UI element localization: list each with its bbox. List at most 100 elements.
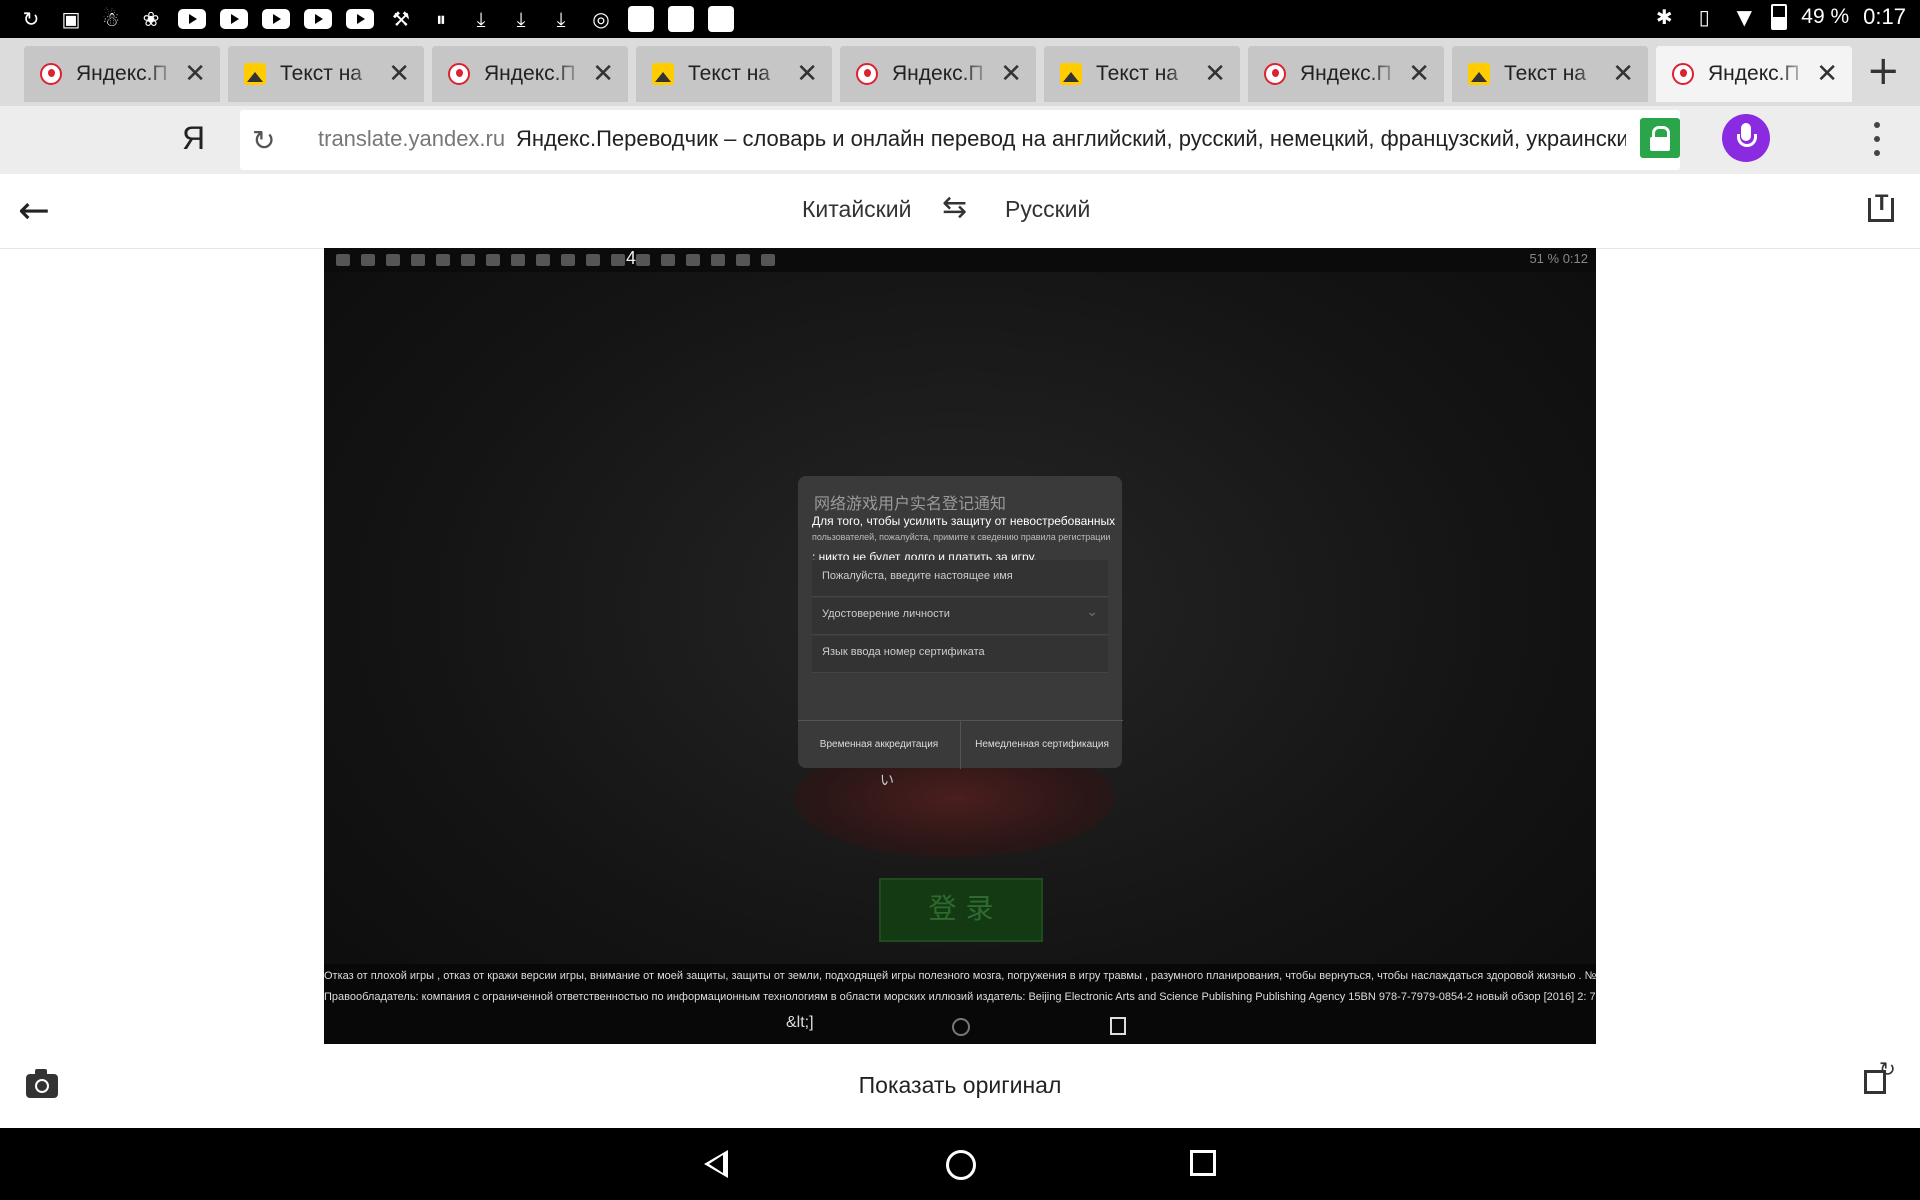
game-login-button: 登 录	[879, 878, 1043, 942]
image-icon: ▣	[61, 7, 81, 31]
dialog-title: 网络游戏用户实名登记通知	[814, 494, 1007, 513]
yandex-favicon-icon	[448, 63, 470, 85]
lock-icon[interactable]	[1640, 118, 1680, 158]
close-icon[interactable]: ✕	[1816, 59, 1838, 89]
game-icon: ☃	[102, 7, 120, 31]
cert-number-field: Язык ввода номер сертификата	[812, 636, 1108, 673]
download-icon: ⤓	[476, 7, 486, 31]
youtube-icon	[220, 9, 248, 29]
close-icon[interactable]: ✕	[388, 59, 410, 89]
tab-title: Яндекс.П	[1300, 62, 1392, 85]
system-indicators: ✱ ▯ ▼ 49 % 0:17	[1651, 4, 1906, 30]
yandex-favicon-icon	[856, 63, 878, 85]
youtube-icon	[178, 9, 206, 29]
cursor-text: い	[880, 772, 894, 788]
close-icon[interactable]: ✕	[1612, 59, 1634, 89]
chevron-down-icon: ⌄	[1086, 604, 1098, 620]
tab-strip: Яндекс.П ✕ Текст на ✕ Яндекс.П ✕ Текст н…	[0, 38, 1920, 106]
broom-icon: ⚒	[392, 7, 410, 31]
doc-type-field: Удостоверение личности ⌄	[812, 598, 1108, 635]
temporary-accreditation-button: Временная аккредитация	[798, 720, 960, 769]
disclaimer-line: Правообладатель: компания с ограниченной…	[324, 991, 1596, 1003]
microphone-icon[interactable]	[1722, 114, 1770, 162]
url-domain[interactable]: translate.yandex.ru	[318, 126, 505, 152]
target-language[interactable]: Русский	[1005, 196, 1090, 223]
tab-title: Текст на	[688, 62, 770, 85]
name-field: Пожалуйста, введите настоящее имя	[812, 560, 1108, 597]
status-bar: ↻ ▣ ☃ ❀ ⚒ ⏸ ⤓ ⤓ ⤓ ◎ ✱ ▯ ▼ 49 % 0:17	[0, 0, 1920, 38]
youtube-icon	[262, 9, 290, 29]
yandex-favicon-icon	[1672, 63, 1694, 85]
youtube-icon	[304, 9, 332, 29]
menu-icon[interactable]	[1874, 122, 1880, 156]
inner-nav-bar: &lt;]	[324, 1014, 1596, 1038]
browser-tab[interactable]: Текст на ✕	[1452, 46, 1648, 102]
cert-number-text: Язык ввода номер сертификата	[822, 646, 985, 658]
close-icon[interactable]: ✕	[1000, 59, 1022, 89]
nav-back-icon[interactable]	[704, 1150, 728, 1178]
pause-icon: ⏸	[436, 7, 446, 31]
image-favicon-icon	[244, 63, 266, 85]
show-original-button[interactable]: Показать оригинал	[0, 1072, 1920, 1099]
swap-languages-icon[interactable]: ⇆	[942, 190, 967, 225]
tab-title: Текст на	[1504, 62, 1586, 85]
image-favicon-icon	[1468, 63, 1490, 85]
tab-title: Текст на	[1096, 62, 1178, 85]
nav-home-icon[interactable]	[946, 1150, 976, 1180]
nav-recent-icon[interactable]	[1190, 1150, 1216, 1176]
inner-home-icon	[952, 1018, 970, 1036]
browser-tab[interactable]: Текст на ✕	[636, 46, 832, 102]
close-icon[interactable]: ✕	[1408, 59, 1430, 89]
text-mode-icon[interactable]	[1868, 190, 1894, 222]
inner-status-bar: 4 51 % 0:12	[324, 248, 1596, 272]
browser-tab[interactable]: Яндекс.П ✕	[24, 46, 220, 102]
yandex-logo[interactable]: Я	[182, 120, 205, 157]
browser-tab-active[interactable]: Яндекс.П ✕	[1656, 46, 1852, 102]
download-icon: ⤓	[516, 7, 526, 31]
dialog-text: пользователей, пожалуйста, примите к све…	[812, 532, 1111, 542]
app-icon	[668, 6, 694, 32]
app-icon	[708, 6, 734, 32]
yandex-favicon-icon	[1264, 63, 1286, 85]
image-favicon-icon	[652, 63, 674, 85]
name-field-text: Пожалуйста, введите настоящее имя	[822, 570, 1013, 582]
browser-tab[interactable]: Яндекс.П ✕	[432, 46, 628, 102]
sync-icon: ↻	[22, 7, 40, 31]
tab-title: Яндекс.П	[484, 62, 576, 85]
download-icon: ⤓	[556, 7, 566, 31]
battery-level: 49 %	[1801, 5, 1850, 28]
close-icon[interactable]: ✕	[592, 59, 614, 89]
translated-image: 4 51 % 0:12 登 录 网络游戏用户实名登记通知 Для того, ч…	[324, 248, 1596, 1044]
reload-icon[interactable]: ↻	[252, 124, 275, 157]
close-icon[interactable]: ✕	[796, 59, 818, 89]
yandex-favicon-icon	[40, 63, 62, 85]
paw-icon: ❀	[142, 7, 160, 31]
source-language[interactable]: Китайский	[802, 196, 911, 223]
close-icon[interactable]: ✕	[184, 59, 206, 89]
browser-tab[interactable]: Текст на ✕	[228, 46, 424, 102]
close-icon[interactable]: ✕	[1204, 59, 1226, 89]
immediate-certification-button: Немедленная сертификация	[960, 720, 1123, 769]
back-arrow-icon[interactable]: ←	[18, 188, 50, 232]
inner-back-text: &lt;]	[786, 1014, 814, 1031]
notification-icons: ↻ ▣ ☃ ❀ ⚒ ⏸ ⤓ ⤓ ⤓ ◎	[18, 6, 734, 32]
image-favicon-icon	[1060, 63, 1082, 85]
doc-type-text: Удостоверение личности	[822, 608, 950, 620]
address-bar: Я ↻ translate.yandex.ru Яндекс.Переводчи…	[0, 106, 1920, 174]
bottom-bar: Показать оригинал	[0, 1044, 1920, 1128]
page-title[interactable]: Яндекс.Переводчик – словарь и онлайн пер…	[516, 126, 1626, 152]
inner-status-count: 4	[626, 248, 637, 268]
tab-title: Яндекс.П	[1708, 62, 1800, 85]
system-nav-bar	[0, 1128, 1920, 1200]
browser-tab[interactable]: Текст на ✕	[1044, 46, 1240, 102]
rotate-icon[interactable]	[1864, 1057, 1896, 1094]
browser-tab[interactable]: Яндекс.П ✕	[840, 46, 1036, 102]
disclaimer: Отказ от плохой игры , отказ от кражи ве…	[324, 964, 1596, 1044]
tab-title: Текст на	[280, 62, 362, 85]
new-tab-icon[interactable]: +	[1866, 48, 1900, 94]
youtube-icon	[346, 9, 374, 29]
app-icon	[628, 6, 654, 32]
instagram-icon: ◎	[592, 7, 610, 31]
browser-tab[interactable]: Яндекс.П ✕	[1248, 46, 1444, 102]
clock: 0:17	[1863, 4, 1906, 29]
